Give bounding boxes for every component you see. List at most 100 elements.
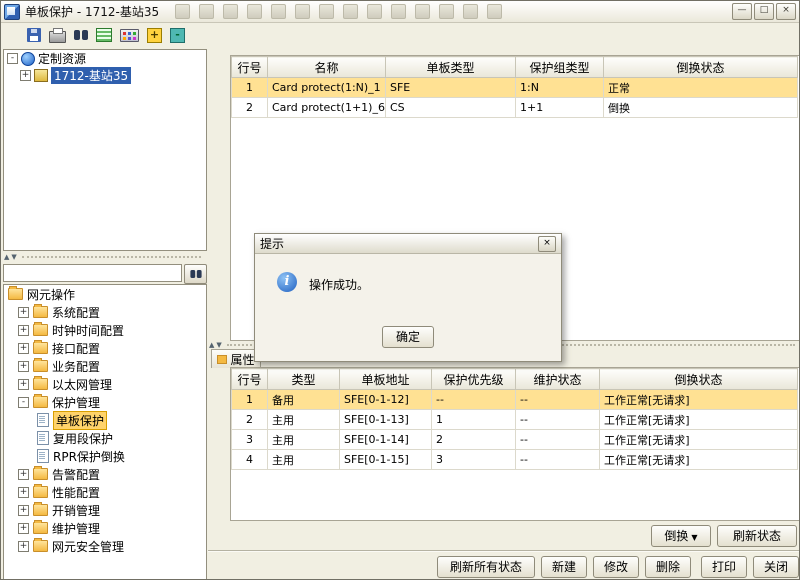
refresh-status-button[interactable]: 刷新状态 — [717, 525, 797, 547]
cell[interactable]: 工作正常[无请求] — [600, 450, 798, 470]
collapse-all-icon[interactable]: - — [170, 28, 185, 43]
column-header[interactable]: 单板类型 — [386, 57, 516, 78]
cell[interactable]: 3 — [232, 430, 268, 450]
column-header[interactable]: 保护组类型 — [516, 57, 604, 78]
column-header[interactable]: 名称 — [268, 57, 386, 78]
binoculars-icon[interactable] — [74, 30, 88, 40]
cell[interactable]: 备用 — [268, 390, 340, 410]
print-icon[interactable] — [49, 31, 66, 43]
expand-expander-icon[interactable]: + — [18, 487, 29, 498]
cell[interactable]: 1 — [232, 390, 268, 410]
column-header[interactable]: 倒换状态 — [600, 369, 798, 390]
tree-item-ne-security-mgmt[interactable]: + 网元安全管理 — [4, 537, 206, 555]
splitter-down-icon[interactable]: ▼ — [11, 253, 16, 261]
table-row[interactable]: 1 Card protect(1:N)_1 SFE 1:N 正常 — [232, 78, 798, 98]
cell[interactable]: 1 — [432, 410, 516, 430]
modify-button[interactable]: 修改 — [593, 556, 639, 578]
cell[interactable]: 2 — [432, 430, 516, 450]
collapse-expander-icon[interactable]: - — [18, 397, 29, 408]
tree-item-clock-config[interactable]: + 时钟时间配置 — [4, 321, 206, 339]
tree-item-custom-resources[interactable]: - 定制资源 — [4, 50, 206, 67]
splitter-up-icon[interactable]: ▲ — [209, 341, 214, 349]
expand-expander-icon[interactable]: + — [18, 325, 29, 336]
new-button[interactable]: 新建 — [541, 556, 587, 578]
table-row[interactable]: 3 主用 SFE[0-1-14] 2 -- 工作正常[无请求] — [232, 430, 798, 450]
expand-expander-icon[interactable]: + — [18, 505, 29, 516]
dialog-close-button[interactable]: × — [538, 236, 556, 252]
splitter-down-icon[interactable]: ▼ — [216, 341, 221, 349]
cell[interactable]: 1:N — [516, 78, 604, 98]
table-icon[interactable] — [96, 28, 112, 42]
cell[interactable]: -- — [516, 390, 600, 410]
cell[interactable]: SFE — [386, 78, 516, 98]
tree-item-interface-config[interactable]: + 接口配置 — [4, 339, 206, 357]
expand-expander-icon[interactable]: + — [18, 541, 29, 552]
tree-item-board-protection[interactable]: 单板保护 — [4, 411, 206, 429]
tree-item-ne-1712[interactable]: + 1712-基站35 — [4, 67, 206, 84]
table-row[interactable]: 2 Card protect(1+1)_68096 CS 1+1 倒换 — [232, 98, 798, 118]
cell[interactable]: 2 — [232, 98, 268, 118]
dialog-title-bar[interactable]: 提示 × — [255, 234, 561, 254]
cell[interactable]: SFE[0-1-15] — [340, 450, 432, 470]
maximize-button[interactable]: □ — [754, 3, 774, 20]
tree-item-rpr-protection[interactable]: RPR保护倒换 — [4, 447, 206, 465]
cell[interactable]: SFE[0-1-13] — [340, 410, 432, 430]
cell[interactable]: 主用 — [268, 410, 340, 430]
keyboard-icon[interactable] — [120, 29, 139, 42]
expand-expander-icon[interactable]: + — [18, 469, 29, 480]
tree-item-system-config[interactable]: + 系统配置 — [4, 303, 206, 321]
cell[interactable]: 工作正常[无请求] — [600, 430, 798, 450]
tree-item-service-config[interactable]: + 业务配置 — [4, 357, 206, 375]
collapse-expander-icon[interactable]: - — [7, 53, 18, 64]
switch-button[interactable]: 倒换▼ — [651, 525, 711, 547]
ok-button[interactable]: 确定 — [382, 326, 434, 348]
expand-expander-icon[interactable]: + — [18, 361, 29, 372]
cell[interactable]: 3 — [432, 450, 516, 470]
table-row[interactable]: 1 备用 SFE[0-1-12] -- -- 工作正常[无请求] — [232, 390, 798, 410]
cell[interactable]: -- — [516, 410, 600, 430]
minimize-button[interactable]: — — [732, 3, 752, 20]
expand-expander-icon[interactable]: + — [18, 379, 29, 390]
cell[interactable]: -- — [516, 450, 600, 470]
cell[interactable]: 1 — [232, 78, 268, 98]
cell[interactable]: Card protect(1:N)_1 — [268, 78, 386, 98]
cell[interactable]: SFE[0-1-14] — [340, 430, 432, 450]
expand-expander-icon[interactable]: + — [18, 343, 29, 354]
refresh-all-button[interactable]: 刷新所有状态 — [437, 556, 535, 578]
cell[interactable]: 工作正常[无请求] — [600, 410, 798, 430]
cell[interactable]: SFE[0-1-12] — [340, 390, 432, 410]
left-splitter[interactable]: ▲ ▼ — [3, 252, 205, 262]
cell[interactable]: 主用 — [268, 450, 340, 470]
cell[interactable]: 倒换 — [604, 98, 798, 118]
expand-expander-icon[interactable]: + — [18, 307, 29, 318]
delete-button[interactable]: 删除 — [645, 556, 691, 578]
tree-item-performance-config[interactable]: + 性能配置 — [4, 483, 206, 501]
table-row[interactable]: 2 主用 SFE[0-1-13] 1 -- 工作正常[无请求] — [232, 410, 798, 430]
expand-expander-icon[interactable]: + — [20, 70, 31, 81]
column-header[interactable]: 行号 — [232, 57, 268, 78]
save-icon[interactable] — [27, 28, 41, 42]
tree-item-overhead-mgmt[interactable]: + 开销管理 — [4, 501, 206, 519]
search-button[interactable] — [184, 264, 207, 284]
column-header[interactable]: 维护状态 — [516, 369, 600, 390]
tree-item-protection-mgmt[interactable]: - 保护管理 — [4, 393, 206, 411]
expand-all-icon[interactable]: + — [147, 28, 162, 43]
column-header[interactable]: 单板地址 — [340, 369, 432, 390]
window-close-button[interactable]: × — [776, 3, 796, 20]
cell[interactable]: CS — [386, 98, 516, 118]
column-header[interactable]: 类型 — [268, 369, 340, 390]
splitter-up-icon[interactable]: ▲ — [4, 253, 9, 261]
column-header[interactable]: 行号 — [232, 369, 268, 390]
column-header[interactable]: 保护优先级 — [432, 369, 516, 390]
cell[interactable]: 1+1 — [516, 98, 604, 118]
cell[interactable]: -- — [516, 430, 600, 450]
tree-item-ne-operations[interactable]: 网元操作 — [4, 285, 206, 303]
cell[interactable]: Card protect(1+1)_68096 — [268, 98, 386, 118]
cell[interactable]: 正常 — [604, 78, 798, 98]
cell[interactable]: -- — [432, 390, 516, 410]
search-input[interactable] — [3, 264, 182, 282]
tree-item-ethernet-mgmt[interactable]: + 以太网管理 — [4, 375, 206, 393]
expand-expander-icon[interactable]: + — [18, 523, 29, 534]
tree-item-alarm-config[interactable]: + 告警配置 — [4, 465, 206, 483]
cell[interactable]: 主用 — [268, 430, 340, 450]
